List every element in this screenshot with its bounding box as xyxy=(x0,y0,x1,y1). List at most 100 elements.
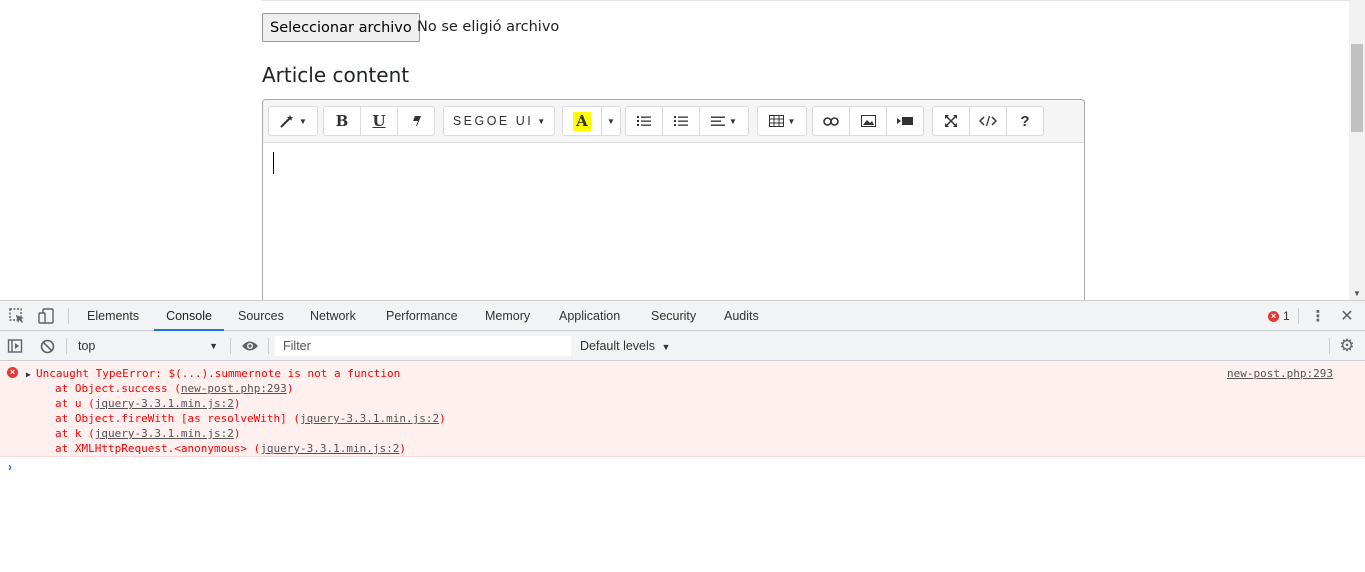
devtools-panel: Elements Console Sources Network Perform… xyxy=(0,300,1365,571)
toolbar-divider xyxy=(1298,308,1299,324)
editor-text-cursor[interactable] xyxy=(273,152,274,174)
stack-frame-suffix: ) xyxy=(399,442,407,455)
file-status-text: No se eligió archivo xyxy=(417,19,560,35)
stack-frame-text: at u ( xyxy=(55,397,95,410)
chevron-down-icon: ▼ xyxy=(607,116,615,126)
stack-frame-link[interactable]: jquery-3.3.1.min.js:2 xyxy=(300,412,439,425)
error-icon: × xyxy=(1268,310,1279,322)
toolbar-divider xyxy=(66,338,67,354)
scrollbar-thumb[interactable] xyxy=(1351,44,1363,132)
stack-frame: at u (jquery-3.3.1.min.js:2) xyxy=(36,396,446,411)
clear-console-icon[interactable] xyxy=(38,337,56,355)
bold-button[interactable]: B xyxy=(323,106,361,136)
bold-icon: B xyxy=(335,112,349,130)
font-style-group: B U xyxy=(323,106,435,136)
console-error-message: × ▶ Uncaught TypeError: $(...).summernot… xyxy=(0,361,1365,457)
log-levels-label: Default levels xyxy=(580,339,656,353)
unordered-list-button[interactable] xyxy=(625,106,663,136)
stack-frame: at Object.success (new-post.php:293) xyxy=(36,381,446,396)
highlight-color-button[interactable]: A xyxy=(562,106,602,136)
magic-icon xyxy=(280,115,294,128)
style-dropdown-button[interactable]: ▼ xyxy=(268,106,318,136)
tab-elements[interactable]: Elements xyxy=(87,301,139,331)
show-sidebar-icon[interactable] xyxy=(6,337,24,355)
color-group: A ▼ xyxy=(562,106,621,136)
device-toolbar-icon[interactable] xyxy=(37,307,55,325)
stack-frame: at Object.fireWith [as resolveWith] (jqu… xyxy=(36,411,446,426)
ordered-list-icon xyxy=(674,116,688,126)
font-name-group: SEGOE UI ▼ xyxy=(443,106,555,136)
insert-link-button[interactable] xyxy=(812,106,850,136)
tab-network[interactable]: Network xyxy=(310,301,356,331)
choose-file-button[interactable]: Seleccionar archivo xyxy=(262,13,420,42)
ordered-list-button[interactable] xyxy=(662,106,700,136)
highlight-icon: A xyxy=(573,111,591,131)
more-options-icon[interactable]: ⋮ xyxy=(1309,307,1327,325)
tab-sources[interactable]: Sources xyxy=(238,301,284,331)
log-levels-dropdown[interactable]: Default levels ▼ xyxy=(580,339,670,353)
link-icon xyxy=(823,116,839,126)
font-name-dropdown[interactable]: SEGOE UI ▼ xyxy=(443,106,555,136)
align-icon xyxy=(711,116,726,126)
fullscreen-icon xyxy=(945,115,957,127)
code-view-icon xyxy=(979,115,997,127)
error-counter[interactable]: × 1 xyxy=(1268,309,1290,323)
rich-text-editor: ▼ B U SEGOE UI ▼ A ▼ ▼ ▼ ? xyxy=(262,99,1085,300)
tab-memory[interactable]: Memory xyxy=(485,301,530,331)
stack-frame-link[interactable]: jquery-3.3.1.min.js:2 xyxy=(95,427,234,440)
table-dropdown-button[interactable]: ▼ xyxy=(757,106,807,136)
color-dropdown-button[interactable]: ▼ xyxy=(601,106,621,136)
paragraph-group: ▼ xyxy=(625,106,749,136)
stack-frame-link[interactable]: jquery-3.3.1.min.js:2 xyxy=(260,442,399,455)
insert-video-button[interactable] xyxy=(886,106,924,136)
tab-console[interactable]: Console xyxy=(154,301,224,331)
console-toolbar: top ▼ Default levels ▼ ⚙ xyxy=(0,331,1365,361)
view-group: ? xyxy=(932,106,1044,136)
page-top-divider xyxy=(262,0,1349,1)
error-title: Uncaught TypeError: $(...).summernote is… xyxy=(36,367,401,380)
picture-icon xyxy=(860,115,876,127)
chevron-down-icon: ▼ xyxy=(661,342,671,352)
close-icon[interactable]: ✕ xyxy=(1338,307,1356,325)
code-view-button[interactable] xyxy=(969,106,1007,136)
expand-triangle-icon[interactable]: ▶ xyxy=(26,367,31,382)
fullscreen-button[interactable] xyxy=(932,106,970,136)
console-output: × ▶ Uncaught TypeError: $(...).summernot… xyxy=(0,361,1365,572)
insert-group xyxy=(812,106,924,136)
scroll-down-arrow-icon[interactable]: ▼ xyxy=(1349,289,1365,298)
stack-frame-link[interactable]: jquery-3.3.1.min.js:2 xyxy=(95,397,234,410)
inspect-element-icon[interactable] xyxy=(8,307,26,325)
stack-frame-text: at XMLHttpRequest.<anonymous> ( xyxy=(55,442,261,455)
filter-input[interactable] xyxy=(275,336,571,356)
error-text-block: Uncaught TypeError: $(...).summernote is… xyxy=(36,366,446,456)
font-name-label: SEGOE UI xyxy=(452,114,534,128)
stack-frame-suffix: ) xyxy=(233,427,241,440)
tab-security[interactable]: Security xyxy=(651,301,696,331)
page-scrollbar[interactable]: ▼ xyxy=(1349,0,1365,300)
editor-toolbar: ▼ B U SEGOE UI ▼ A ▼ ▼ ▼ ? xyxy=(263,100,1084,143)
stack-frame-link[interactable]: new-post.php:293 xyxy=(181,382,287,395)
table-icon xyxy=(768,115,784,127)
eye-icon[interactable] xyxy=(241,337,259,355)
stack-frame-text: at Object.success ( xyxy=(55,382,181,395)
unordered-list-icon xyxy=(637,116,651,126)
gear-icon[interactable]: ⚙ xyxy=(1338,336,1356,355)
paragraph-align-dropdown[interactable]: ▼ xyxy=(699,106,749,136)
error-source-link[interactable]: new-post.php:293 xyxy=(1227,366,1333,381)
clear-format-button[interactable] xyxy=(397,106,435,136)
tab-performance[interactable]: Performance xyxy=(386,301,458,331)
underline-button[interactable]: U xyxy=(360,106,398,136)
stack-frame-suffix: ) xyxy=(439,412,446,425)
context-selector[interactable]: top ▼ xyxy=(72,336,224,356)
toolbar-divider xyxy=(1329,338,1330,354)
help-button[interactable]: ? xyxy=(1006,106,1044,136)
chevron-down-icon: ▼ xyxy=(299,116,307,126)
tab-audits[interactable]: Audits xyxy=(724,301,759,331)
insert-picture-button[interactable] xyxy=(849,106,887,136)
tab-application[interactable]: Application xyxy=(559,301,620,331)
console-prompt-icon[interactable]: › xyxy=(8,460,12,474)
chevron-down-icon: ▼ xyxy=(537,116,546,126)
style-group: ▼ xyxy=(268,106,318,136)
stack-frame-suffix: ) xyxy=(233,397,241,410)
stack-frame: at k (jquery-3.3.1.min.js:2) xyxy=(36,426,446,441)
